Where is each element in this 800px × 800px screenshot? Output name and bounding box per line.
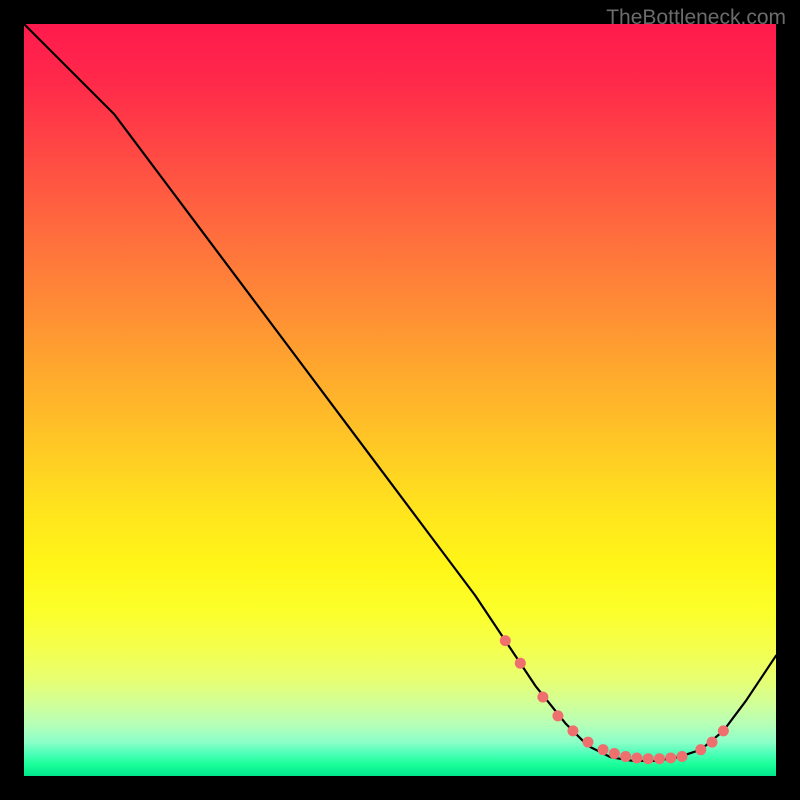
marker-dot	[707, 737, 718, 748]
marker-dot	[643, 753, 654, 764]
curve-svg	[24, 24, 776, 776]
watermark-text: TheBottleneck.com	[606, 6, 786, 30]
marker-dot	[677, 751, 688, 762]
marker-dot	[552, 710, 563, 721]
marker-dot	[620, 751, 631, 762]
marker-dot	[631, 752, 642, 763]
marker-dot	[665, 752, 676, 763]
plot-area	[24, 24, 776, 776]
marker-dot	[500, 635, 511, 646]
marker-dot	[583, 737, 594, 748]
bottleneck-curve	[24, 24, 776, 761]
marker-dot	[567, 725, 578, 736]
highlight-markers	[500, 635, 729, 764]
marker-dot	[515, 658, 526, 669]
marker-dot	[537, 692, 548, 703]
marker-dot	[695, 744, 706, 755]
marker-dot	[654, 753, 665, 764]
marker-dot	[598, 744, 609, 755]
marker-dot	[609, 748, 620, 759]
marker-dot	[718, 725, 729, 736]
